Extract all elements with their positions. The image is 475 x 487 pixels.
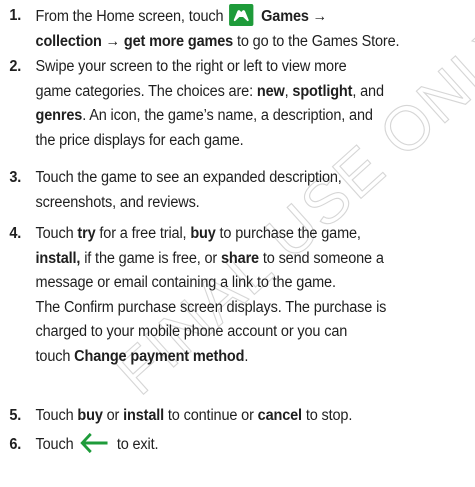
step-text-bold: install, — [35, 249, 81, 267]
step-text: Touch — [35, 225, 78, 242]
step-text-bold: buy — [77, 407, 103, 424]
step-text-bold: try — [77, 225, 96, 242]
step-text: to purchase the game, — [215, 225, 361, 242]
step-line: genres. An icon, the game’s name, a desc… — [36, 104, 436, 129]
step-text: to send someone a — [258, 249, 384, 267]
step-number: 5. — [9, 407, 22, 424]
step-line: collection → get more games to go to the… — [36, 30, 436, 55]
step-text-bold: genres — [35, 107, 83, 124]
step-1: 1. From the Home screen, touch Games → c… — [0, 4, 436, 54]
step-text-bold: share — [221, 249, 259, 267]
step-line: screenshots, and reviews. — [36, 191, 436, 216]
games-icon — [229, 4, 254, 26]
step-line: From the Home screen, touch Games → — [36, 4, 436, 30]
step-text-bold: buy — [190, 225, 216, 242]
step-line: Touch buy or install to continue or canc… — [36, 404, 436, 429]
step-5: 5. Touch buy or install to continue or c… — [0, 404, 436, 429]
step-line: touch Change payment method. — [36, 345, 436, 370]
step-4: 4. Touch try for a free trial, buy to pu… — [0, 222, 436, 369]
step-text: touch — [35, 347, 75, 365]
step-text: or — [102, 407, 124, 424]
step-text: to go to the Games Store. — [233, 32, 400, 50]
step-text: charged to your mobile phone account or … — [35, 323, 348, 340]
step-line: charged to your mobile phone account or … — [36, 320, 436, 345]
step-text: , — [284, 82, 293, 100]
step-line: The Confirm purchase screen displays. Th… — [36, 296, 436, 321]
step-text: game categories. The choices are: — [35, 82, 257, 100]
step-text: to continue or — [164, 407, 258, 424]
step-line: Touch the game to see an expanded descri… — [36, 166, 436, 191]
step-line: install, if the game is free, or share t… — [36, 247, 436, 272]
step-text: message or email containing a link to th… — [35, 274, 336, 291]
step-number: 2. — [9, 58, 22, 75]
step-text-bold: collection → get more games — [35, 32, 234, 50]
back-arrow-icon — [80, 433, 108, 453]
step-number: 1. — [9, 7, 22, 24]
step-text: to exit. — [112, 436, 159, 453]
step-text: for a free trial, — [95, 225, 191, 242]
step-text: the price displays for each game. — [35, 131, 244, 149]
step-text: From the Home screen, touch — [35, 8, 228, 25]
step-text: to stop. — [301, 407, 353, 424]
step-text: Touch — [35, 407, 78, 424]
step-line: Touch to exit. — [36, 433, 436, 458]
step-number: 3. — [9, 169, 22, 186]
step-line: Swipe your screen to the right or left t… — [36, 55, 436, 80]
step-text: Swipe your screen to the right or left t… — [35, 58, 347, 75]
step-text: screenshots, and reviews. — [35, 193, 200, 211]
step-6: 6. Touch to exit. — [0, 433, 436, 458]
step-text: The Confirm purchase screen displays. Th… — [35, 298, 387, 316]
step-text: Touch — [35, 436, 78, 453]
step-text: if the game is free, or — [80, 249, 222, 267]
step-2: 2. Swipe your screen to the right or lef… — [0, 55, 436, 153]
step-number: 4. — [9, 225, 22, 242]
step-text: , and — [352, 82, 384, 100]
step-number: 6. — [9, 436, 22, 453]
step-text-bold: spotlight — [292, 82, 353, 100]
step-text: . — [244, 347, 249, 365]
step-line: the price displays for each game. — [36, 129, 436, 154]
step-line: game categories. The choices are: new, s… — [36, 80, 436, 105]
step-line: Touch try for a free trial, buy to purch… — [36, 222, 436, 247]
step-text-bold: cancel — [257, 407, 302, 424]
step-text: Touch the game to see an expanded descri… — [35, 169, 342, 186]
step-text-bold: new — [256, 82, 285, 100]
step-text-bold: install — [123, 407, 165, 424]
step-text: . An icon, the game’s name, a descriptio… — [82, 107, 373, 124]
manual-page: FINAL USE ONLY 1. From the Home screen, … — [0, 0, 475, 487]
step-3: 3. Touch the game to see an expanded des… — [0, 166, 436, 215]
step-text-bold: Games → — [257, 8, 328, 25]
step-text-bold: Change payment method — [74, 347, 245, 365]
step-line: message or email containing a link to th… — [36, 271, 436, 296]
